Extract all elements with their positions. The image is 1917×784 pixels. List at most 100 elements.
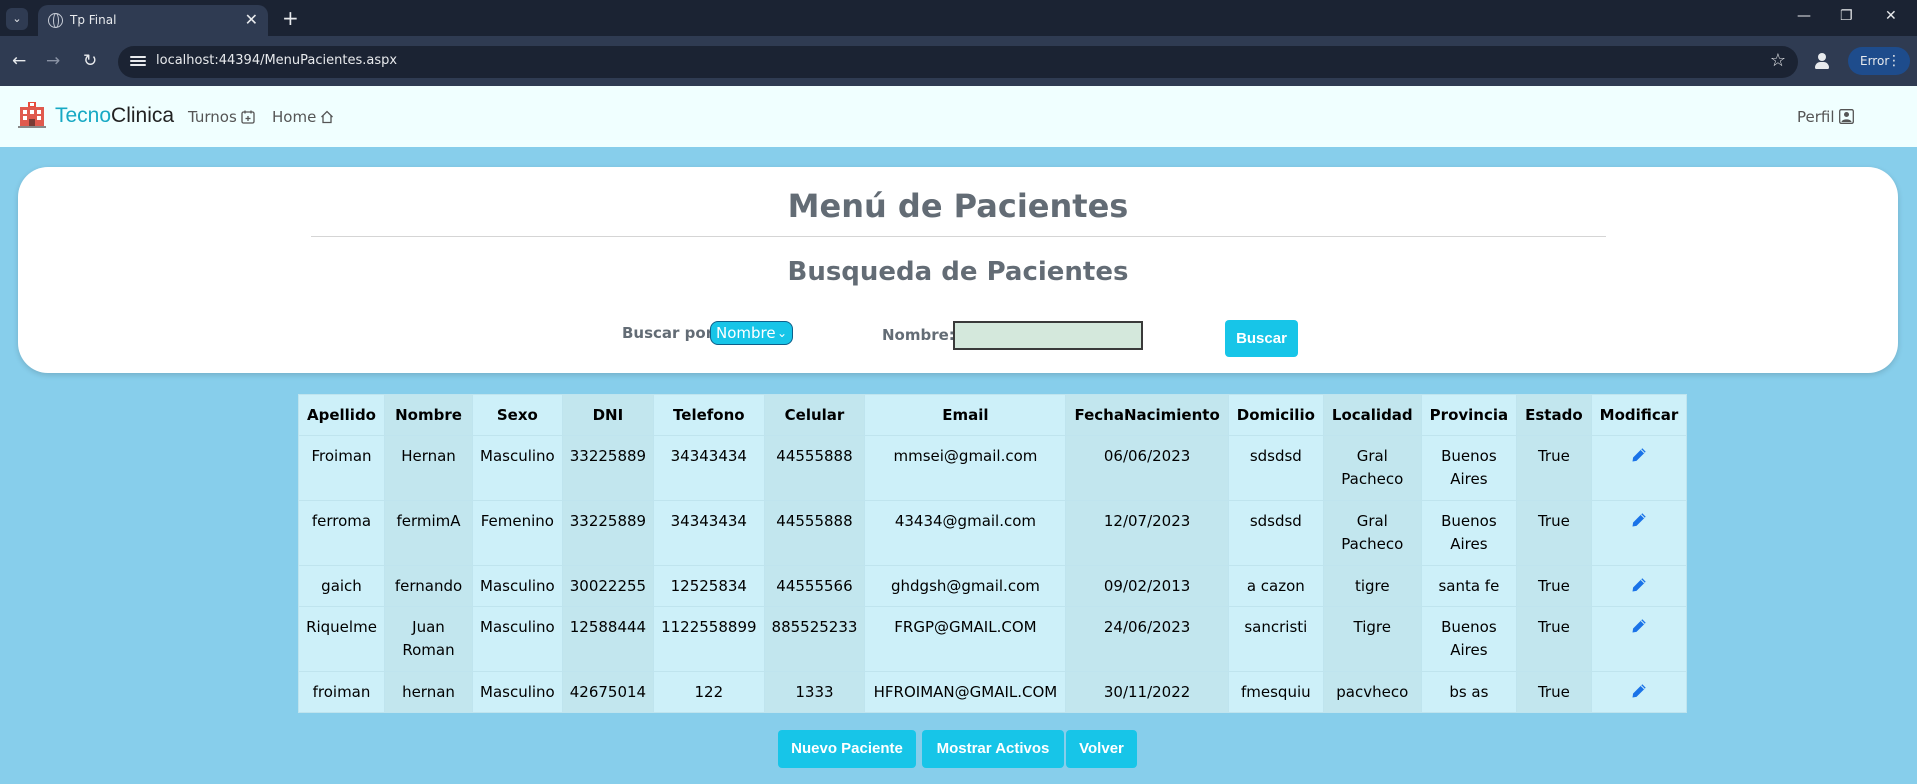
table-cell: froiman: [298, 671, 385, 713]
nav-link-turnos-label: Turnos: [188, 108, 237, 126]
table-cell: sdsdsd: [1227, 500, 1324, 566]
calendar-plus-icon: [241, 110, 255, 124]
tab-close-icon[interactable]: ✕: [245, 10, 258, 29]
table-cell: Tigre: [1322, 606, 1422, 672]
person-square-icon: [1838, 109, 1854, 124]
table-cell: Masculino: [472, 671, 563, 713]
globe-icon: [48, 13, 63, 28]
volver-button[interactable]: Volver: [1066, 730, 1137, 768]
search-input[interactable]: [953, 321, 1143, 350]
nav-link-home[interactable]: Home: [272, 108, 334, 126]
table-cell: Masculino: [472, 606, 563, 672]
buscar-button[interactable]: Buscar: [1225, 320, 1298, 357]
table-cell: 44555888: [763, 500, 866, 566]
window-close-icon[interactable]: ✕: [1885, 8, 1897, 24]
column-header: Nombre: [384, 394, 473, 436]
table-cell: sancristi: [1227, 606, 1324, 672]
column-header: Localidad: [1322, 394, 1422, 436]
column-header: Modificar: [1590, 394, 1688, 436]
table-cell: 12/07/2023: [1065, 500, 1229, 566]
table-cell: fernando: [384, 565, 473, 607]
table-cell: a cazon: [1227, 565, 1324, 607]
table-cell: 30022255: [561, 565, 655, 607]
table-cell: pacvheco: [1322, 671, 1422, 713]
table-cell: Gral Pacheco: [1322, 500, 1422, 566]
browser-profile-icon[interactable]: [1812, 51, 1832, 71]
table-row: Froiman Hernan Masculino 33225889 34343434 44…: [298, 435, 1688, 501]
brand-logo[interactable]: TecnoClinica: [55, 104, 174, 128]
table-row: Riquelme Juan Roman Masculino 12588444 11225…: [298, 606, 1688, 672]
nav-link-home-label: Home: [272, 108, 317, 126]
table-cell: 34343434: [653, 500, 765, 566]
mostrar-activos-button[interactable]: Mostrar Activos: [922, 730, 1064, 768]
nombre-label: Nombre:: [882, 326, 955, 344]
tab-title: Tp Final: [70, 13, 117, 27]
column-header: Sexo: [472, 394, 563, 436]
table-cell: 42675014: [561, 671, 655, 713]
table-cell: ferroma: [298, 500, 385, 566]
column-header: Celular: [763, 394, 866, 436]
table-cell: Masculino: [472, 565, 563, 607]
minimize-icon[interactable]: —: [1797, 8, 1811, 24]
site-info-icon[interactable]: [130, 54, 146, 68]
reload-icon[interactable]: ↻: [83, 51, 97, 71]
address-bar[interactable]: localhost:44394/MenuPacientes.aspx ☆: [118, 46, 1798, 78]
hospital-icon: [18, 102, 46, 128]
table-cell: fmesquiu: [1227, 671, 1324, 713]
more-options-icon: ⋮: [1887, 53, 1901, 69]
table-cell: tigre: [1322, 565, 1422, 607]
browser-tab-bar: ⌄ Tp Final ✕ + — ❐ ✕: [0, 0, 1917, 36]
column-header: FechaNacimiento: [1065, 394, 1229, 436]
search-field-select[interactable]: Nombre ⌄: [710, 321, 793, 345]
nav-link-perfil[interactable]: Perfil: [1797, 108, 1854, 126]
buscar-por-label: Buscar por:: [622, 324, 720, 342]
modificar-cell: [1590, 435, 1688, 501]
table-cell: True: [1516, 500, 1592, 566]
table-cell: sdsdsd: [1227, 435, 1324, 501]
table-cell: Femenino: [472, 500, 563, 566]
pencil-icon[interactable]: [1631, 447, 1647, 463]
nav-link-turnos[interactable]: Turnos: [188, 108, 255, 126]
column-header: Apellido: [298, 394, 385, 436]
browser-toolbar: ← → ↻ localhost:44394/MenuPacientes.aspx…: [0, 36, 1917, 86]
tab-search-chevron-icon[interactable]: ⌄: [6, 8, 28, 30]
nuevo-paciente-button[interactable]: Nuevo Paciente: [778, 730, 916, 768]
table-cell: True: [1516, 606, 1592, 672]
pencil-icon[interactable]: [1631, 683, 1647, 699]
chevron-down-icon: ⌄: [776, 326, 787, 340]
table-cell: mmsei@gmail.com: [864, 435, 1067, 501]
table-cell: 12588444: [561, 606, 655, 672]
pencil-icon[interactable]: [1631, 512, 1647, 528]
table-cell: 44555566: [763, 565, 866, 607]
bookmark-star-icon[interactable]: ☆: [1770, 50, 1786, 71]
table-cell: Froiman: [298, 435, 385, 501]
table-cell: 09/02/2013: [1065, 565, 1229, 607]
restore-icon[interactable]: ❐: [1840, 8, 1853, 24]
url-text[interactable]: localhost:44394/MenuPacientes.aspx: [156, 53, 397, 68]
column-header: Domicilio: [1227, 394, 1324, 436]
table-row: ferroma fermimA Femenino 33225889 34343434 44…: [298, 500, 1688, 566]
pencil-icon[interactable]: [1631, 577, 1647, 593]
table-cell: Gral Pacheco: [1322, 435, 1422, 501]
table-cell: hernan: [384, 671, 473, 713]
column-header: DNI: [561, 394, 655, 436]
back-arrow-icon[interactable]: ←: [12, 51, 26, 71]
table-cell: 44555888: [763, 435, 866, 501]
page-subtitle: Busqueda de Pacientes: [787, 257, 1129, 287]
forward-arrow-icon[interactable]: →: [46, 51, 60, 71]
table-cell: True: [1516, 435, 1592, 501]
table-row: froiman hernan Masculino 42675014 122 1333 HFR…: [298, 671, 1688, 713]
column-header: Provincia: [1420, 394, 1518, 436]
modificar-cell: [1590, 671, 1688, 713]
browser-tab[interactable]: Tp Final ✕: [38, 5, 268, 36]
table-cell: HFROIMAN@GMAIL.COM: [864, 671, 1067, 713]
pencil-icon[interactable]: [1631, 618, 1647, 634]
table-cell: Hernan: [384, 435, 473, 501]
table-cell: 06/06/2023: [1065, 435, 1229, 501]
table-cell: Masculino: [472, 435, 563, 501]
table-cell: ghdgsh@gmail.com: [864, 565, 1067, 607]
table-header-row: Apellido Nombre Sexo DNI Telefono Celular Emai…: [298, 394, 1688, 436]
table-cell: True: [1516, 671, 1592, 713]
new-tab-button[interactable]: +: [282, 6, 299, 30]
error-button[interactable]: Error ⋮: [1848, 47, 1910, 75]
